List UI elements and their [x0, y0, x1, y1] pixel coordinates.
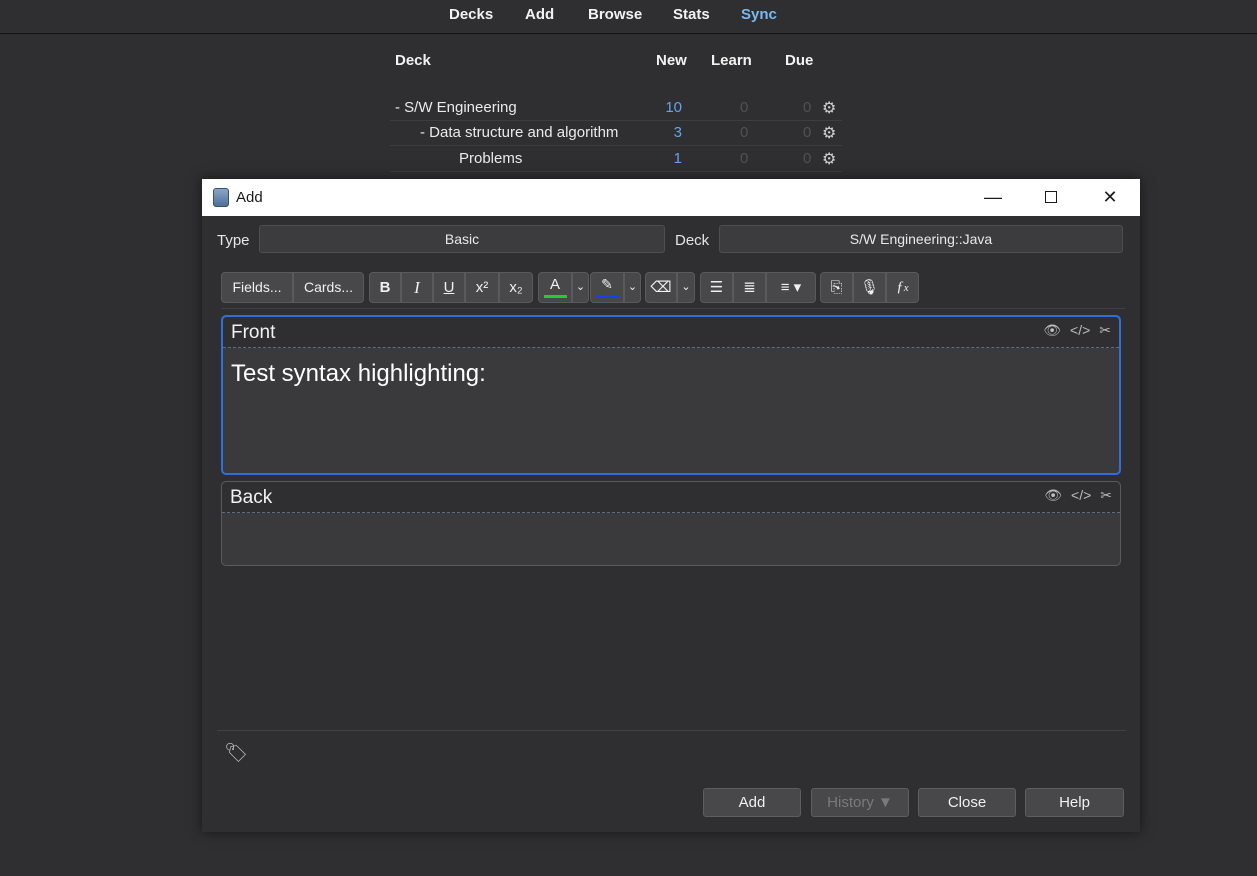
pin-icon[interactable]: ✂	[1100, 487, 1112, 503]
chevron-down-icon[interactable]: ⌄	[572, 272, 589, 303]
eye-icon[interactable]: 👁	[1044, 487, 1062, 503]
cards-button[interactable]: Cards...	[293, 272, 364, 303]
gear-icon[interactable]: ⚙	[822, 123, 836, 143]
column-header-new: New	[656, 52, 687, 69]
deck-due-count: 0	[803, 124, 812, 141]
deck-new-count: 10	[665, 99, 682, 116]
nav-stats[interactable]: Stats	[673, 6, 710, 23]
deck-row[interactable]: Problems 1 0 0 ⚙	[390, 147, 842, 172]
gear-icon[interactable]: ⚙	[822, 149, 836, 169]
field-label: Front	[231, 322, 276, 343]
deck-learn-count: 0	[740, 124, 749, 141]
add-dialog: Add — ✕ Type Basic Deck S/W Engineering:…	[202, 179, 1140, 832]
nav-browse[interactable]: Browse	[588, 6, 642, 23]
microphone-icon[interactable]: 🎙	[853, 272, 886, 303]
main-toolbar: Decks Add Browse Stats Sync	[0, 0, 1257, 34]
deck-learn-count: 0	[740, 150, 749, 167]
front-field-editor[interactable]: Test syntax highlighting:	[231, 360, 486, 388]
note-type-button[interactable]: Basic	[259, 225, 665, 253]
chevron-down-icon[interactable]: ⌄	[624, 272, 641, 303]
ordered-list-icon[interactable]: ≣	[733, 272, 766, 303]
column-header-due: Due	[785, 52, 814, 69]
nav-add[interactable]: Add	[525, 6, 554, 23]
close-icon[interactable]: ✕	[1081, 179, 1139, 216]
deck-learn-count: 0	[740, 99, 749, 116]
chevron-down-icon[interactable]: ⌄	[677, 272, 695, 303]
italic-button[interactable]: I	[401, 272, 433, 303]
highlighter-icon: ✎	[601, 276, 613, 292]
type-label: Type	[217, 232, 250, 249]
deck-row[interactable]: - Data structure and algorithm 3 0 0 ⚙	[390, 121, 842, 146]
pin-icon[interactable]: ✂	[1099, 322, 1111, 338]
field-icons: 👁 </> ✂	[1035, 487, 1112, 504]
field-label: Back	[230, 487, 273, 508]
bold-button[interactable]: B	[369, 272, 401, 303]
field-header: Back 👁 </> ✂	[222, 482, 1120, 513]
deck-select-button[interactable]: S/W Engineering::Java	[719, 225, 1123, 253]
align-icon[interactable]: ≡ ▾	[766, 272, 816, 303]
deck-due-count: 0	[803, 99, 812, 116]
underline-button[interactable]: U	[433, 272, 465, 303]
tag-icon[interactable]: 🏷	[224, 741, 248, 765]
fields-button[interactable]: Fields...	[221, 272, 293, 303]
text-color-button[interactable]: A	[538, 272, 572, 303]
function-icon[interactable]: ƒx	[886, 272, 919, 303]
app-icon	[213, 188, 229, 207]
text-color-indicator	[544, 295, 567, 298]
add-button[interactable]: Add	[703, 788, 801, 817]
deck-new-count: 3	[673, 124, 682, 141]
paperclip-icon[interactable]: ⎘	[820, 272, 853, 303]
field-icons: 👁 </> ✂	[1034, 322, 1111, 339]
front-field[interactable]: Front 👁 </> ✂ Test syntax highlighting:	[221, 315, 1121, 475]
toolbar-divider	[221, 308, 1125, 309]
highlight-color-indicator	[596, 295, 619, 298]
back-field[interactable]: Back 👁 </> ✂	[221, 481, 1121, 566]
history-button[interactable]: History ▼	[811, 788, 909, 817]
deck-row[interactable]: - S/W Engineering 10 0 0 ⚙	[390, 96, 842, 121]
title-bar: Add — ✕	[202, 179, 1140, 216]
column-header-learn: Learn	[711, 52, 752, 69]
highlight-button[interactable]: ✎	[590, 272, 624, 303]
unordered-list-icon[interactable]: ☰	[700, 272, 733, 303]
subscript-button[interactable]: x₂	[499, 272, 533, 303]
nav-decks[interactable]: Decks	[449, 6, 493, 23]
minimize-icon[interactable]: —	[964, 179, 1022, 216]
deck-name[interactable]: Problems	[459, 150, 522, 167]
gear-icon[interactable]: ⚙	[822, 98, 836, 118]
help-button[interactable]: Help	[1025, 788, 1124, 817]
eye-icon[interactable]: 👁	[1043, 322, 1061, 338]
column-header-deck: Deck	[395, 52, 431, 69]
code-icon[interactable]: </>	[1071, 487, 1091, 503]
eraser-icon[interactable]: ⌫	[645, 272, 677, 303]
deck-label: Deck	[675, 232, 710, 249]
code-icon[interactable]: </>	[1070, 322, 1090, 338]
maximize-icon[interactable]	[1022, 179, 1080, 216]
superscript-button[interactable]: x²	[465, 272, 499, 303]
deck-due-count: 0	[803, 150, 812, 167]
field-header: Front 👁 </> ✂	[223, 317, 1119, 348]
deck-name[interactable]: - Data structure and algorithm	[420, 124, 618, 141]
text-color-icon: A	[549, 276, 560, 293]
close-button[interactable]: Close	[918, 788, 1016, 817]
nav-sync[interactable]: Sync	[741, 6, 777, 23]
deck-name[interactable]: - S/W Engineering	[395, 99, 517, 116]
window-title: Add	[236, 189, 263, 206]
deck-new-count: 1	[673, 150, 682, 167]
tags-divider	[217, 730, 1126, 731]
